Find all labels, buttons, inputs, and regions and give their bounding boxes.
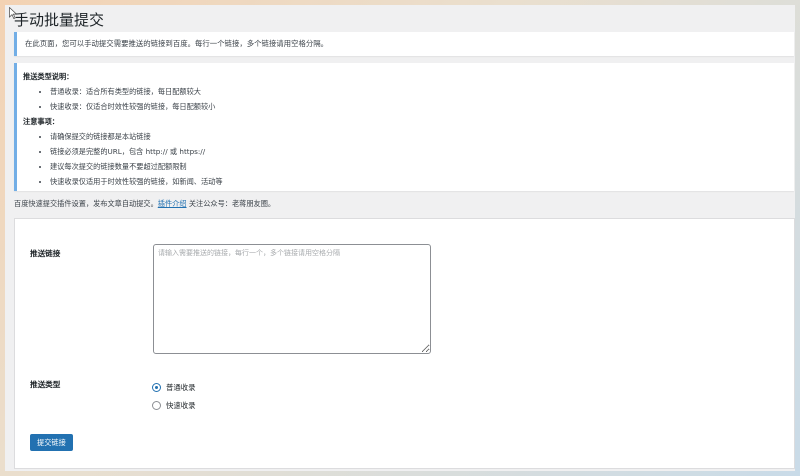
notes-list: 请确保提交的链接都是本站链接 链接必须是完整的URL，包含 http:// 或 … <box>23 129 794 189</box>
types-list: 普通收录：适合所有类型的链接，每日配额较大 快速收录：仅适合时效性较强的链接，每… <box>23 84 794 114</box>
radio-label: 普通收录 <box>166 383 196 392</box>
list-item: 快速收录仅适用于时效性较强的链接，如新闻、活动等 <box>50 174 794 189</box>
radio-label: 快速收录 <box>166 401 196 410</box>
type-label: 推送类型 <box>30 380 61 389</box>
list-item: 请确保提交的链接都是本站链接 <box>50 129 794 144</box>
radio-normal[interactable]: 普通收录 <box>152 382 196 393</box>
links-textarea[interactable] <box>153 244 431 354</box>
page-title: 手动批量提交 <box>14 11 105 29</box>
radio-button[interactable] <box>152 401 161 410</box>
plugin-intro-link[interactable]: 插件介绍 <box>158 199 187 208</box>
submit-button[interactable]: 提交链接 <box>30 434 73 451</box>
notes-heading: 注意事项： <box>23 117 59 126</box>
links-label: 推送链接 <box>30 249 61 258</box>
promo-text: 百度快速提交插件设置，发布文章自动提交。插件介绍 关注公众号：老蒋朋友圈。 <box>14 197 275 211</box>
admin-page: 手动批量提交 在此页面，您可以手动提交需要推送的链接到百度。每行一个链接，多个链… <box>5 5 795 471</box>
list-item: 普通收录：适合所有类型的链接，每日配额较大 <box>50 84 794 99</box>
promo-suffix: 关注公众号：老蒋朋友圈。 <box>186 199 276 208</box>
info-notice: 在此页面，您可以手动提交需要推送的链接到百度。每行一个链接，多个链接请用空格分隔… <box>14 32 794 56</box>
instructions-box: 推送类型说明： 普通收录：适合所有类型的链接，每日配额较大 快速收录：仅适合时效… <box>14 63 794 191</box>
list-item: 链接必须是完整的URL，包含 http:// 或 https:// <box>50 144 794 159</box>
list-item: 建议每次提交的链接数量不要超过配额限制 <box>50 159 794 174</box>
radio-fast[interactable]: 快速收录 <box>152 400 196 411</box>
types-heading: 推送类型说明： <box>23 72 74 81</box>
promo-prefix: 百度快速提交插件设置，发布文章自动提交。 <box>14 199 158 208</box>
list-item: 快速收录：仅适合时效性较强的链接，每日配额较小 <box>50 99 794 114</box>
submit-form: 推送链接 推送类型 普通收录 快速收录 提交链接 <box>14 218 795 469</box>
radio-button[interactable] <box>152 383 161 392</box>
